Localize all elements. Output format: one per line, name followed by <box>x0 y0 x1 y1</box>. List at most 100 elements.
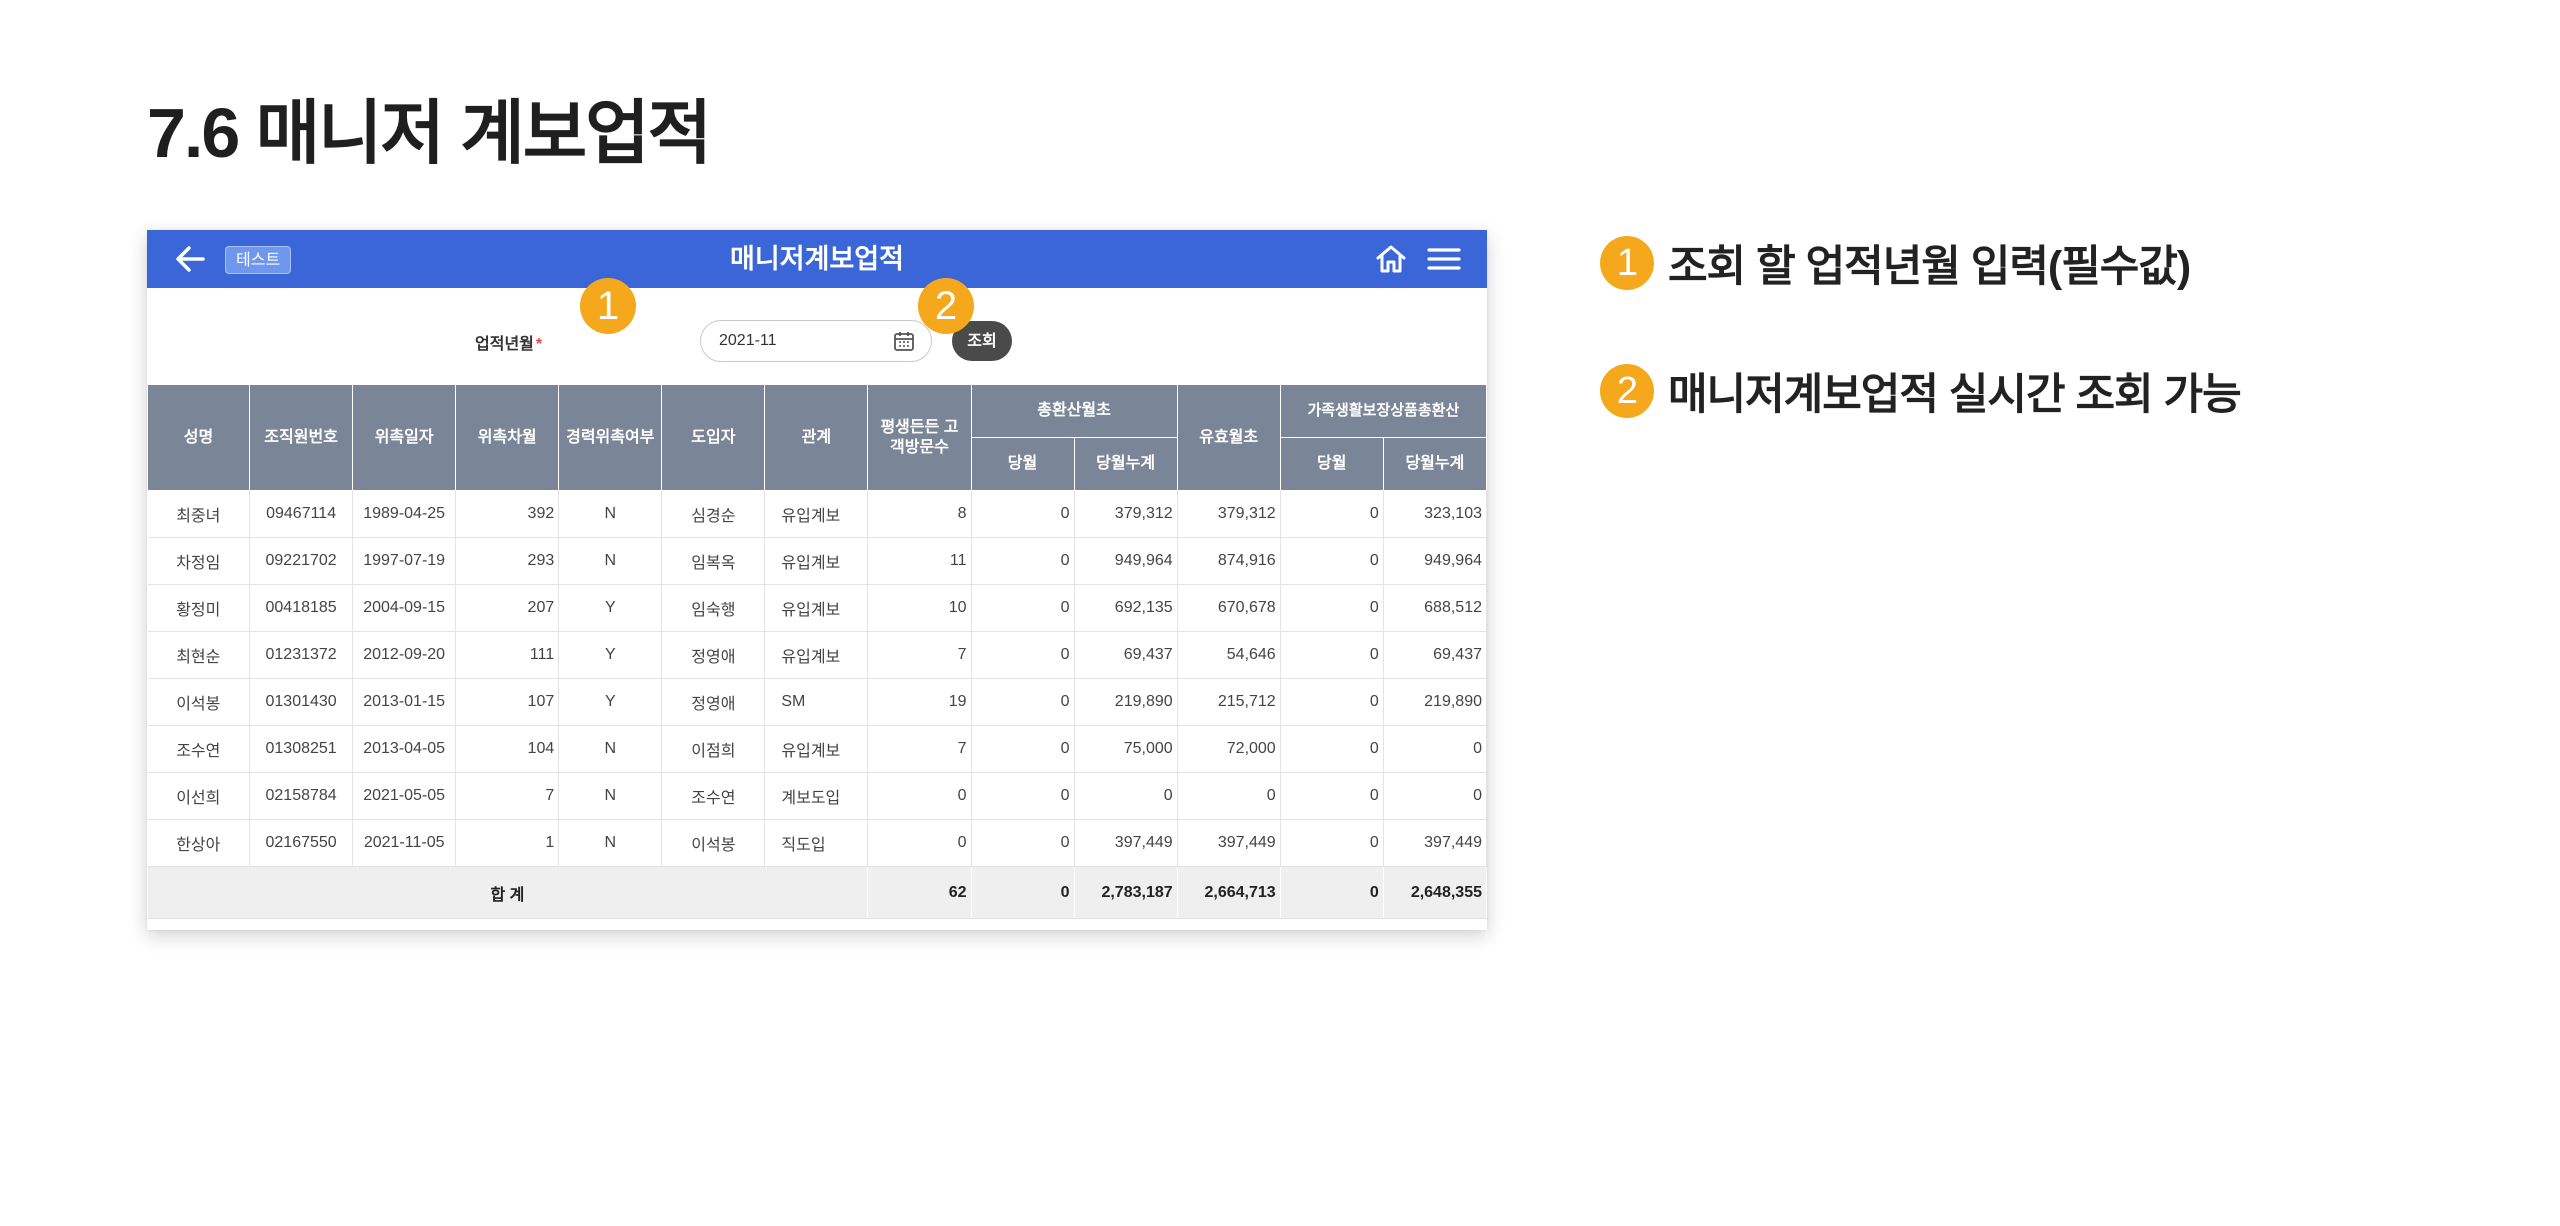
cell-introducer: 정영애 <box>661 678 766 726</box>
cell-name: 이선희 <box>147 772 251 820</box>
cell-avg-visits: 8 <box>867 490 972 538</box>
performance-month-input[interactable] <box>719 329 879 353</box>
cell-commission-order: 392 <box>455 490 560 538</box>
performance-month-field[interactable] <box>700 320 932 362</box>
cell-introducer: 이점희 <box>661 725 766 773</box>
cell-commission-date: 2021-11-05 <box>352 819 457 867</box>
cell-name: 최중녀 <box>147 490 251 538</box>
cell-avg-visits: 0 <box>867 772 972 820</box>
col-header-org-no: 조직원번호 <box>249 384 354 491</box>
cell-career-commission: N <box>558 725 663 773</box>
calendar-icon[interactable] <box>893 330 915 352</box>
col-header-total-premium: 총환산월초 <box>970 384 1178 438</box>
cell-commission-order: 107 <box>455 678 560 726</box>
table-row[interactable]: 황정미 00418185 2004-09-15 207 Y 임숙행 유입계보 10 0 692,1… <box>147 584 1488 632</box>
table-row[interactable]: 차정임 09221702 1997-07-19 293 N 임복옥 유입계보 11 0 949,9… <box>147 537 1488 585</box>
col-header-commission-date: 위촉일자 <box>352 384 457 491</box>
col-header-total-month: 당월 <box>970 437 1075 491</box>
cell-total-month: 0 <box>971 725 1075 773</box>
cell-family-cumulative: 397,449 <box>1383 819 1488 867</box>
marker-2: 2 <box>918 278 974 334</box>
cell-career-commission: N <box>558 490 663 538</box>
cell-avg-visits: 0 <box>867 819 972 867</box>
cell-valid-premium: 0 <box>1177 772 1281 820</box>
cell-relation: 유입계보 <box>764 490 869 538</box>
cell-family-cumulative: 0 <box>1383 725 1488 773</box>
cell-relation: 계보도입 <box>764 772 869 820</box>
cell-commission-order: 1 <box>455 819 560 867</box>
cell-total-month: 0 <box>971 631 1075 679</box>
cell-avg-visits: 10 <box>867 584 972 632</box>
table-row[interactable]: 최중녀 09467114 1989-04-25 392 N 심경순 유입계보 8 0 379,31… <box>147 490 1488 538</box>
cell-valid-premium: 72,000 <box>1177 725 1281 773</box>
cell-total-month: 0 <box>971 772 1075 820</box>
col-header-career-commission: 경력위촉여부 <box>558 384 663 491</box>
table-row[interactable]: 한상아 02167550 2021-11-05 1 N 이석봉 직도입 0 0 397,449 39… <box>147 819 1488 867</box>
cell-avg-visits: 11 <box>867 537 972 585</box>
cell-introducer: 정영애 <box>661 631 766 679</box>
cell-total-month: 0 <box>971 490 1075 538</box>
table-row[interactable]: 최현순 01231372 2012-09-20 111 Y 정영애 유입계보 7 0 69,437… <box>147 631 1488 679</box>
cell-total-cumulative: 69,437 <box>1074 631 1178 679</box>
cell-career-commission: N <box>558 819 663 867</box>
cell-total-month: 0 <box>971 819 1075 867</box>
cell-family-month: 0 <box>1280 631 1384 679</box>
cell-family-cumulative: 0 <box>1383 772 1488 820</box>
note-2-text: 매니저계보업적 실시간 조회 가능 <box>1668 371 2242 419</box>
cell-family-cumulative: 949,964 <box>1383 537 1488 585</box>
cell-family-cumulative: 688,512 <box>1383 584 1488 632</box>
cell-name: 최현순 <box>147 631 251 679</box>
cell-career-commission: N <box>558 772 663 820</box>
cell-relation: 유입계보 <box>764 631 869 679</box>
home-icon[interactable] <box>1373 242 1409 276</box>
col-header-relation: 관계 <box>764 384 869 491</box>
cell-commission-date: 2013-04-05 <box>352 725 457 773</box>
hamburger-menu-icon[interactable] <box>1425 242 1463 276</box>
cell-avg-visits: 7 <box>867 631 972 679</box>
cell-total-cumulative: 379,312 <box>1074 490 1178 538</box>
cell-valid-premium: 215,712 <box>1177 678 1281 726</box>
cell-family-month: 0 <box>1280 772 1384 820</box>
total-valid: 2,664,713 <box>1177 866 1281 919</box>
note-1-number: 1 <box>1600 236 1654 290</box>
cell-commission-date: 2012-09-20 <box>352 631 457 679</box>
cell-introducer: 이석봉 <box>661 819 766 867</box>
cell-career-commission: Y <box>558 631 663 679</box>
cell-name: 한상아 <box>147 819 251 867</box>
cell-commission-order: 7 <box>455 772 560 820</box>
cell-total-cumulative: 75,000 <box>1074 725 1178 773</box>
table-row[interactable]: 조수연 01308251 2013-04-05 104 N 이점희 유입계보 7 0 75,000… <box>147 725 1488 773</box>
note-2: 2 매니저계보업적 실시간 조회 가능 <box>1600 360 2242 422</box>
table-row[interactable]: 이석봉 01301430 2013-01-15 107 Y 정영애 SM 19 0 219,890… <box>147 678 1488 726</box>
cell-family-cumulative: 323,103 <box>1383 490 1488 538</box>
cell-org-no: 01301430 <box>249 678 354 726</box>
cell-org-no: 09467114 <box>249 490 354 538</box>
cell-total-cumulative: 0 <box>1074 772 1178 820</box>
col-header-family-cumulative: 당월누계 <box>1382 437 1488 491</box>
app-bar: 테스트 매니저계보업적 <box>147 230 1487 288</box>
col-header-family-month: 당월 <box>1279 437 1384 491</box>
table-row[interactable]: 이선희 02158784 2021-05-05 7 N 조수연 계보도입 0 0 0 0 0 0 <box>147 772 1488 820</box>
total-family-cumulative: 2,648,355 <box>1383 866 1488 919</box>
total-label: 합 계 <box>147 866 869 919</box>
marker-1: 1 <box>580 278 636 334</box>
note-2-number: 2 <box>1600 364 1654 418</box>
cell-total-cumulative: 219,890 <box>1074 678 1178 726</box>
cell-avg-visits: 19 <box>867 678 972 726</box>
cell-career-commission: Y <box>558 584 663 632</box>
cell-family-month: 0 <box>1280 490 1384 538</box>
note-1: 1 조회 할 업적년월 입력(필수값) <box>1600 232 2191 294</box>
cell-commission-date: 1997-07-19 <box>352 537 457 585</box>
total-cumulative: 2,783,187 <box>1074 866 1178 919</box>
cell-commission-date: 2004-09-15 <box>352 584 457 632</box>
cell-valid-premium: 379,312 <box>1177 490 1281 538</box>
cell-commission-order: 207 <box>455 584 560 632</box>
cell-commission-order: 104 <box>455 725 560 773</box>
cell-relation: SM <box>764 678 869 726</box>
cell-introducer: 임숙행 <box>661 584 766 632</box>
cell-total-cumulative: 397,449 <box>1074 819 1178 867</box>
cell-family-month: 0 <box>1280 678 1384 726</box>
cell-name: 차정임 <box>147 537 251 585</box>
required-mark: * <box>535 336 543 353</box>
cell-valid-premium: 670,678 <box>1177 584 1281 632</box>
